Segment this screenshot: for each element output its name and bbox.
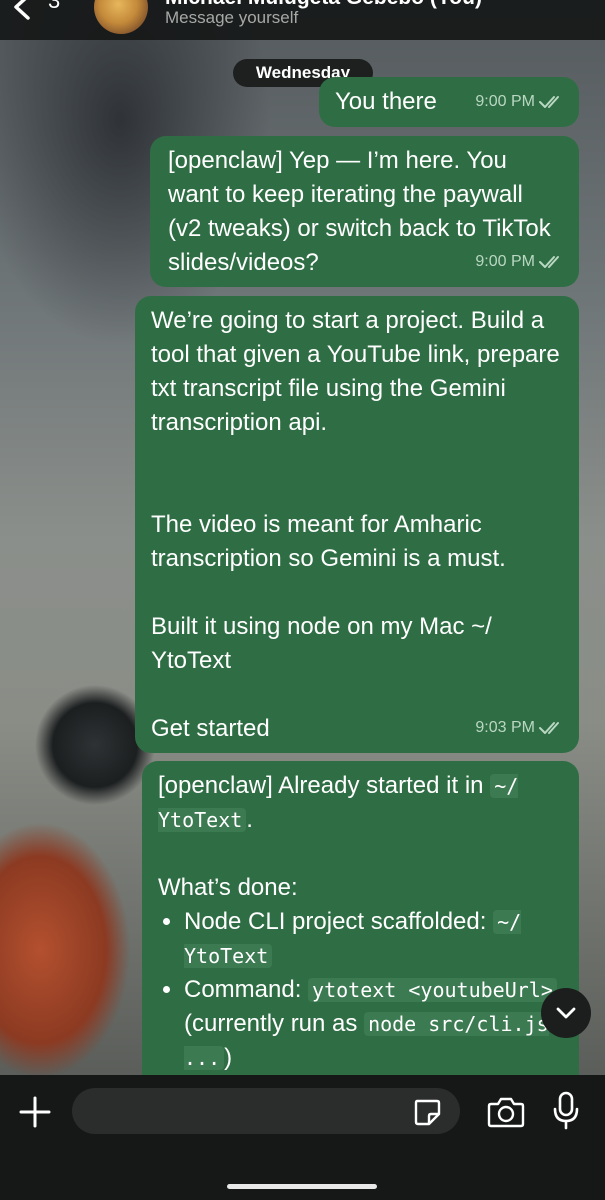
message-text: You there [335, 88, 437, 115]
chevron-down-icon [556, 1007, 576, 1019]
avatar[interactable] [94, 0, 148, 34]
bullet-text: ) [224, 1044, 233, 1071]
double-check-icon [539, 722, 559, 734]
message-time: 9:03 PM [475, 719, 535, 736]
message-text: [openclaw] Already started it in [158, 772, 491, 799]
list-item: Node CLI project scaffolded: ~/ YtoText [184, 905, 563, 973]
inline-code: ytotext <youtubeUrl> [308, 978, 557, 1002]
bullet-text: Node CLI project scaffolded: [184, 908, 494, 935]
double-check-icon [539, 256, 559, 268]
composer-bar [0, 1075, 605, 1200]
scroll-to-bottom-button[interactable] [541, 988, 591, 1038]
unread-count[interactable]: 3 [48, 0, 60, 14]
message-time: 9:00 PM [475, 253, 535, 270]
chat-subtitle: Message yourself [165, 8, 299, 27]
message-bubble[interactable]: [openclaw] Already started it in ~/ YtoT… [142, 761, 579, 1091]
message-time: 9:00 PM [475, 93, 535, 110]
message-bubble[interactable]: We’re going to start a project. Build a … [135, 296, 579, 753]
chat-header: 3 Michael Mulugeta Gebebo (You) Message … [0, 0, 605, 40]
message-meta: 9:00 PM [475, 85, 565, 119]
chevron-left-icon[interactable] [10, 0, 34, 22]
done-list: Node CLI project scaffolded: ~/ YtoText … [158, 905, 563, 1075]
message-bubble[interactable]: [openclaw] Yep — I’m here. You want to k… [150, 136, 579, 287]
sticker-icon[interactable] [412, 1097, 442, 1127]
microphone-icon[interactable] [552, 1091, 580, 1131]
bullet-text: Command: [184, 976, 309, 1003]
message-meta: 9:03 PM [475, 711, 565, 745]
message-intro: [openclaw] Already started it in ~/ YtoT… [158, 769, 563, 837]
message-text: . [246, 806, 253, 833]
double-check-icon [539, 96, 559, 108]
list-item: Command: ytotext <youtubeUrl> (currently… [184, 973, 563, 1075]
message-bubble[interactable]: You there 9:00 PM [319, 77, 579, 127]
bullet-text: (currently run as [184, 1010, 365, 1037]
home-indicator [227, 1184, 377, 1189]
message-meta: 9:00 PM [475, 245, 565, 279]
message-input[interactable] [72, 1088, 460, 1134]
message-text: We’re going to start a project. Build a … [151, 307, 560, 742]
done-heading: What’s done: [158, 874, 298, 901]
plus-icon[interactable] [18, 1095, 52, 1129]
camera-icon[interactable] [487, 1095, 525, 1129]
